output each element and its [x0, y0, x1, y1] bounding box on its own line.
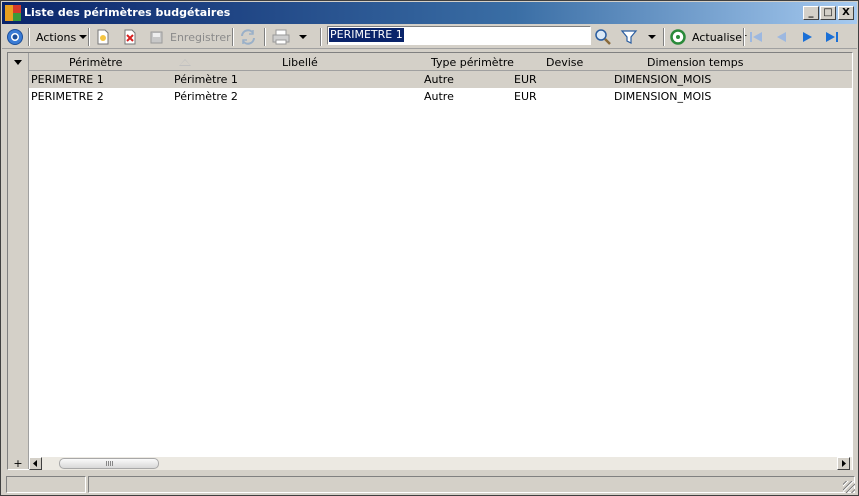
column-header-libelle[interactable]: Libellé — [282, 56, 318, 69]
chevron-down-icon[interactable] — [648, 35, 656, 39]
status-panel — [88, 476, 855, 493]
toolbar-separator — [743, 28, 745, 46]
toolbar-separator — [232, 28, 234, 46]
search-button[interactable] — [594, 27, 612, 47]
chevron-right-icon — [842, 460, 846, 467]
maximize-button[interactable]: □ — [820, 6, 836, 20]
chevron-down-icon[interactable] — [299, 35, 307, 39]
grid-header: Périmètre Libellé Type périmètre Devise … — [29, 53, 852, 71]
app-logo-icon — [5, 5, 21, 21]
minimize-button[interactable]: _ — [803, 6, 819, 20]
column-header-type[interactable]: Type périmètre — [431, 56, 514, 69]
first-record-button[interactable] — [748, 27, 764, 47]
refresh-label: Actualiser — [692, 30, 747, 44]
save-icon — [150, 31, 163, 44]
cell-devise: EUR — [514, 73, 537, 86]
scroll-right-button[interactable] — [837, 457, 850, 470]
filter-icon — [620, 30, 638, 44]
delete-button[interactable] — [122, 27, 138, 47]
search-field[interactable]: PERIMETRE 1 — [327, 26, 591, 45]
cell-perimetre: PERIMETRE 2 — [31, 90, 104, 103]
cell-devise: EUR — [514, 90, 537, 103]
sync-button[interactable] — [239, 27, 257, 47]
table-row[interactable]: PERIMETRE 1 Périmètre 1 Autre EUR DIMENS… — [29, 71, 852, 88]
refresh-button[interactable]: Actualiser — [669, 27, 747, 47]
main-window: Liste des périmètres budgétaires _ □ X A… — [0, 0, 859, 496]
sync-icon — [241, 29, 255, 45]
filter-button[interactable] — [620, 27, 656, 47]
last-record-icon — [826, 32, 838, 42]
column-chooser-icon[interactable] — [14, 60, 22, 65]
next-icon — [803, 32, 812, 42]
cell-perimetre: PERIMETRE 1 — [31, 73, 104, 86]
toolbar-separator — [28, 28, 30, 46]
print-icon — [272, 29, 290, 45]
next-record-button[interactable] — [799, 27, 815, 47]
refresh-icon — [670, 29, 686, 45]
actions-menu-button[interactable]: Actions — [36, 27, 88, 47]
sort-ascending-icon — [179, 59, 191, 66]
scroll-left-button[interactable] — [29, 457, 42, 470]
title-bar[interactable]: Liste des périmètres budgétaires _ □ X — [2, 2, 857, 24]
chevron-left-icon — [33, 460, 37, 467]
chevron-down-icon — [79, 35, 88, 39]
last-record-button[interactable] — [824, 27, 840, 47]
actions-label: Actions — [36, 30, 77, 44]
cell-dimension: DIMENSION_MOIS — [614, 90, 712, 103]
new-document-icon — [97, 29, 109, 45]
add-row-button[interactable]: + — [11, 458, 25, 470]
cell-type: Autre — [424, 90, 454, 103]
toolbar-separator — [320, 28, 322, 46]
search-input[interactable] — [328, 27, 590, 44]
close-button[interactable]: X — [838, 6, 854, 20]
cell-dimension: DIMENSION_MOIS — [614, 73, 712, 86]
column-header-dimension[interactable]: Dimension temps — [647, 56, 743, 69]
print-button[interactable] — [272, 27, 307, 47]
save-label: Enregistrer — [170, 30, 231, 44]
window-title: Liste des périmètres budgétaires — [24, 6, 231, 19]
navigate-icon[interactable] — [6, 27, 24, 47]
toolbar-separator — [264, 28, 266, 46]
toolbar-separator — [88, 28, 90, 46]
horizontal-scrollbar[interactable] — [29, 457, 852, 470]
status-bar — [2, 474, 857, 495]
scroll-thumb[interactable] — [59, 458, 159, 469]
grip-icon — [106, 461, 114, 466]
row-selector-column — [8, 53, 29, 469]
cell-type: Autre — [424, 73, 454, 86]
first-record-icon — [750, 32, 762, 42]
cell-libelle: Périmètre 2 — [174, 90, 238, 103]
save-button[interactable]: Enregistrer — [149, 27, 231, 47]
data-grid: Périmètre Libellé Type périmètre Devise … — [7, 52, 853, 470]
table-row[interactable]: PERIMETRE 2 Périmètre 2 Autre EUR DIMENS… — [29, 88, 852, 105]
column-header-devise[interactable]: Devise — [546, 56, 583, 69]
previous-record-button[interactable] — [774, 27, 790, 47]
resize-grip-icon[interactable] — [843, 481, 855, 493]
search-icon — [595, 29, 611, 45]
column-header-perimetre[interactable]: Périmètre — [69, 56, 122, 69]
delete-icon — [124, 29, 136, 45]
previous-icon — [777, 32, 786, 42]
toolbar-separator — [663, 28, 665, 46]
status-panel — [6, 476, 86, 493]
new-document-button[interactable] — [95, 27, 111, 47]
cell-libelle: Périmètre 1 — [174, 73, 238, 86]
